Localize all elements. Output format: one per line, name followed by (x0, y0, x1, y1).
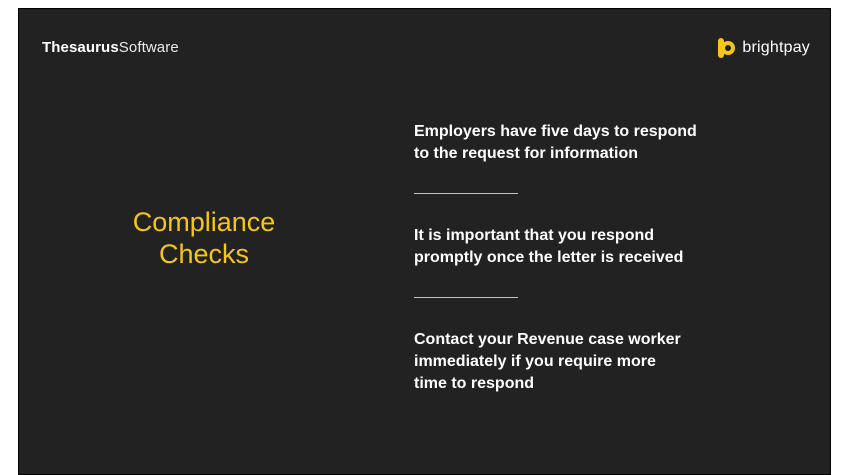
key-point-line: time to respond (414, 375, 535, 392)
key-point-line: It is important that you respond (414, 227, 655, 244)
slide-title-line2: Checks (158, 239, 250, 269)
brand-name-bold: Thesaurus (42, 39, 119, 56)
key-point-line: to the request for information (414, 145, 638, 162)
key-point: Contact your Revenue case worker immedia… (414, 329, 681, 395)
key-point-line: Employers have five days to respond (414, 123, 697, 140)
key-point: Employers have five days to respond to t… (414, 121, 697, 165)
brightpay-logo-icon (718, 38, 736, 58)
slide: ThesaurusSoftware brightpay Compliance C… (18, 8, 831, 475)
slide-title: Compliance Checks (79, 206, 329, 270)
brightpay-logo: brightpay (716, 37, 810, 59)
key-point-line: immediately if you require more (414, 353, 656, 370)
key-point: It is important that you respond promptl… (414, 225, 683, 269)
brand-name-light: Software (118, 39, 179, 56)
key-point-line: Contact your Revenue case worker (414, 331, 681, 348)
slide-title-line1: Compliance (132, 207, 276, 237)
divider (414, 297, 518, 298)
thesaurus-software-logo: ThesaurusSoftware (42, 39, 179, 56)
key-point-line: promptly once the letter is received (414, 249, 684, 266)
brightpay-logo-text: brightpay (742, 39, 810, 56)
divider (414, 193, 518, 194)
